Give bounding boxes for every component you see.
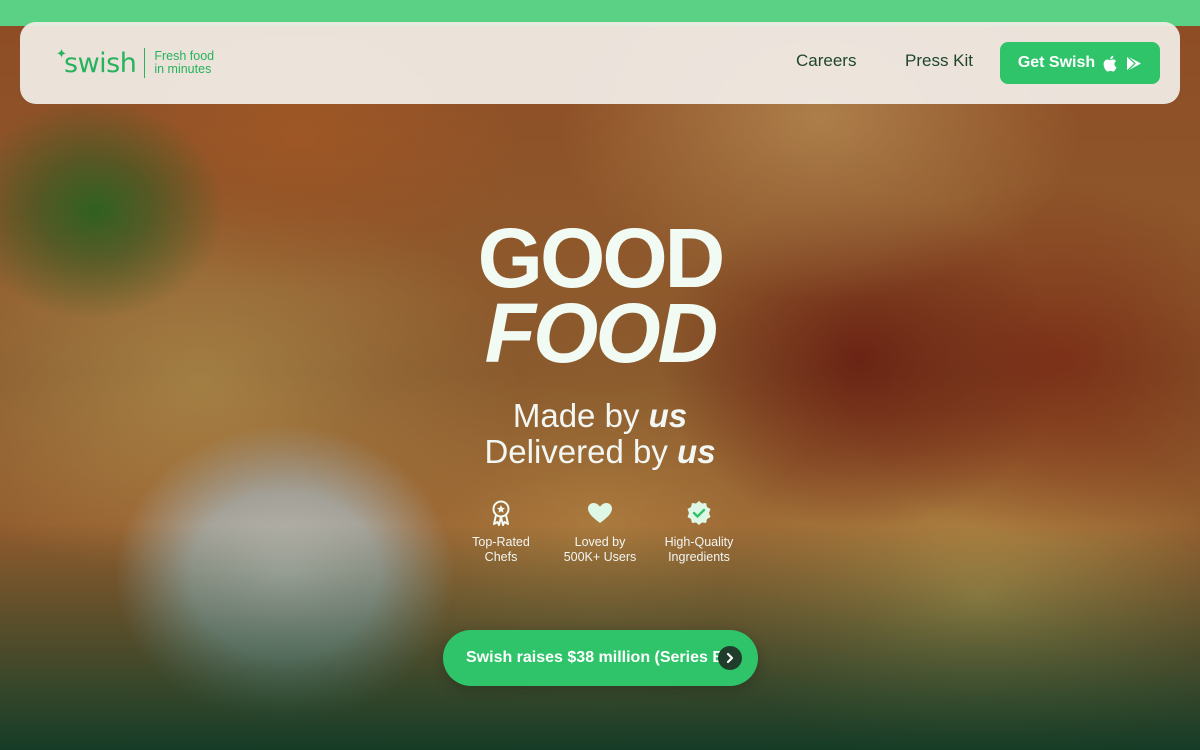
chevron-right-icon [718, 646, 742, 670]
play-store-icon [1126, 55, 1142, 72]
nav-link-careers[interactable]: Careers [796, 51, 856, 71]
feature-label: High-Quality Ingredients [664, 535, 734, 564]
feature-label: Top-Rated Chefs [472, 535, 530, 564]
feature-quality-ingredients: High-Quality Ingredients [650, 498, 748, 578]
sparkle-icon: ✦ [56, 46, 67, 62]
hero-subline-made: Made by us [512, 397, 688, 434]
brand-logo[interactable]: ✦ swish Fresh food in minutes [56, 46, 215, 80]
logo-divider [144, 48, 146, 78]
get-swish-label: Get Swish [1017, 54, 1096, 71]
feature-top-rated-chefs: Top-Rated Chefs [452, 498, 550, 578]
logo-wordmark: ✦ swish [56, 46, 137, 79]
get-swish-button[interactable]: Get Swish [1000, 42, 1160, 84]
verified-badge-icon [686, 498, 712, 528]
logo-tagline: Fresh food in minutes [154, 49, 215, 76]
hero-subline-delivered: Delivered by us [484, 433, 716, 470]
heart-icon [587, 498, 613, 528]
nav-link-press-kit[interactable]: Press Kit [905, 51, 973, 71]
feature-loved-by-users: Loved by 500K+ Users [551, 498, 649, 578]
series-b-announcement-button[interactable]: Swish raises $38 million (Series B) [443, 630, 758, 686]
award-ribbon-icon [489, 498, 513, 528]
hero-headline-good: GOOD [477, 211, 726, 305]
hero-headline-food: FOOD [484, 286, 719, 380]
announcement-text: Swish raises $38 million (Series B) [466, 649, 730, 666]
apple-icon [1103, 55, 1118, 72]
feature-label: Loved by 500K+ Users [563, 535, 637, 564]
navbar: ✦ swish Fresh food in minutes Careers Pre… [20, 22, 1180, 104]
feature-list: Top-Rated Chefs Loved by 500K+ Users Hig… [452, 498, 748, 578]
